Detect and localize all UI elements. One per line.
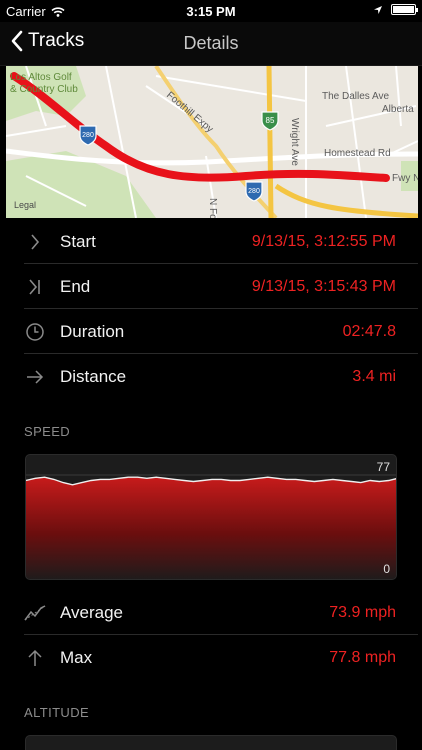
average-value: 73.9 mph [329,603,396,621]
speed-area [26,477,396,579]
interstate-shield-icon: 280 [79,125,97,146]
status-bar: Carrier 3:15 PM [0,0,422,22]
speed-section-title: SPEED [24,424,71,439]
route-map[interactable]: 280 85 280 Los Altos Golf & Country Club… [6,66,418,218]
speed-min-label: 0 [383,562,390,576]
altitude-chart [25,735,397,750]
svg-text:85: 85 [266,116,275,125]
map-label: & Country Club [10,84,78,95]
arrow-right-icon [24,366,46,388]
location-arrow-icon [374,5,382,14]
clock-icon [24,321,46,343]
max-row: Max 77.8 mph [0,635,422,680]
map-label: N Fo [207,198,218,218]
arrow-up-icon [24,647,46,669]
speed-max-label: 77 [377,460,391,474]
map-label: Homestead Rd [324,148,391,159]
chevron-right-icon [24,231,46,253]
interstate-shield-icon: 280 [245,181,263,202]
average-row: Average 73.9 mph [0,590,422,635]
map-label: Alberta [382,104,414,115]
start-value: 9/13/15, 3:12:55 PM [251,232,396,250]
duration-value: 02:47.8 [342,322,396,340]
altitude-section-title: ALTITUDE [24,705,90,720]
status-right [373,4,418,15]
svg-text:280: 280 [82,132,94,139]
start-row: Start 9/13/15, 3:12:55 PM [0,219,422,264]
battery-icon [391,4,418,15]
status-time: 3:15 PM [186,4,236,19]
distance-row: Distance 3.4 mi [0,354,422,399]
page-title: Details [183,33,239,53]
speed-chart: 77 0 [25,454,397,580]
average-label: Average [60,602,124,622]
max-label: Max [60,647,93,667]
max-value: 77.8 mph [329,648,396,666]
distance-label: Distance [60,366,127,386]
map-label: Los Altos Golf [10,72,72,83]
svg-text:280: 280 [248,188,260,195]
map-label: Fwy N [392,173,418,184]
distance-value: 3.4 mi [352,367,396,385]
end-row: End 9/13/15, 3:15:43 PM [0,264,422,309]
end-value: 9/13/15, 3:15:43 PM [251,277,396,295]
map-label: Foothill Expy [164,90,215,135]
start-label: Start [60,231,96,251]
map-label: Wright Ave [289,118,300,166]
skip-end-icon [24,276,46,298]
duration-row: Duration 02:47.8 [0,309,422,354]
duration-label: Duration [60,321,125,341]
end-label: End [60,276,91,296]
navigation-bar: Tracks Details [0,22,422,66]
trend-zigzag-icon [24,602,46,624]
state-route-shield-icon: 85 [261,111,279,131]
legal-link[interactable]: Legal [14,200,36,210]
map-label: The Dalles Ave [322,91,390,102]
